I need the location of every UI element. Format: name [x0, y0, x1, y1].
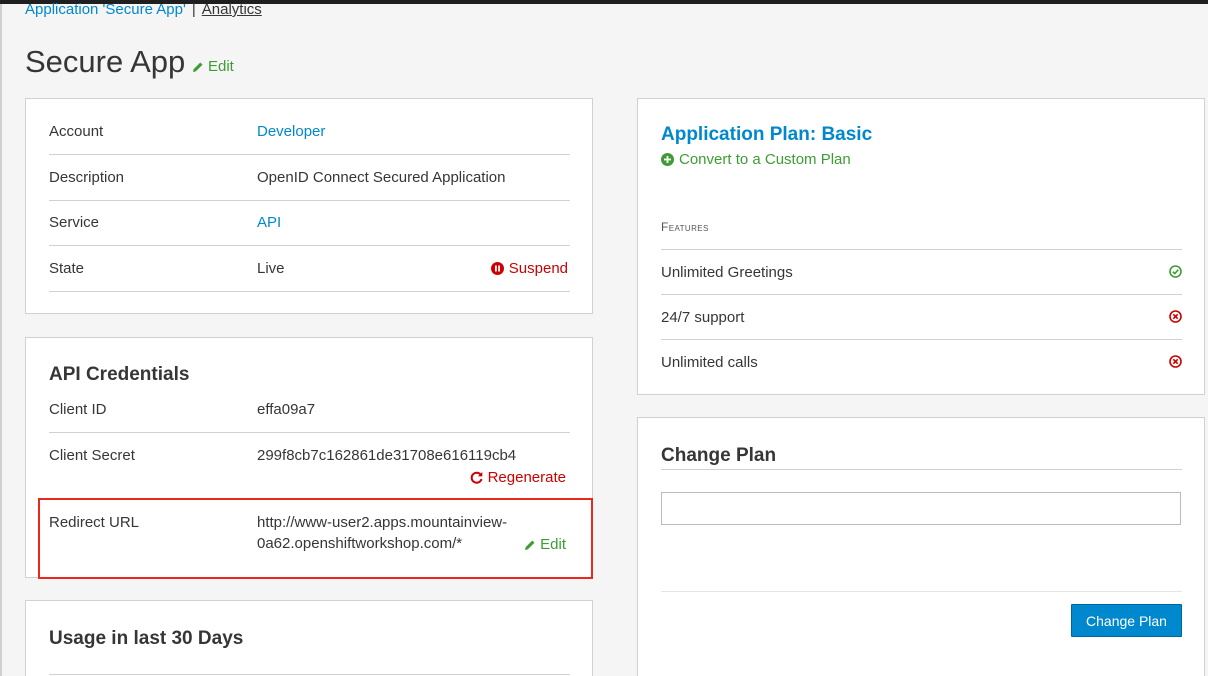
account-link[interactable]: Developer [257, 123, 325, 140]
credentials-heading: API Credentials [49, 364, 190, 385]
plus-circle-icon [661, 153, 674, 166]
pause-circle-icon [490, 262, 504, 275]
feature-name: 24/7 support [661, 309, 745, 326]
description-value: OpenID Connect Secured Application [257, 169, 506, 186]
feature-name: Unlimited calls [661, 354, 758, 371]
detail-row-service: Service API [49, 200, 570, 246]
edit-app-link[interactable]: Edit [192, 58, 234, 75]
feature-name: Unlimited Greetings [661, 264, 793, 281]
feature-row: Unlimited Greetings [661, 249, 1182, 295]
client-secret-row: Client Secret 299f8cb7c162861de31708e616… [49, 433, 570, 493]
check-circle-icon [1169, 265, 1182, 278]
breadcrumb-separator: | [191, 1, 196, 18]
regenerate-label: Regenerate [487, 469, 566, 486]
pencil-icon [193, 62, 203, 72]
detail-label: Account [49, 123, 104, 140]
usage-divider [49, 674, 570, 675]
breadcrumb-analytics-link[interactable]: Analytics [202, 1, 262, 18]
state-value: Live [257, 260, 285, 277]
left-border [0, 4, 2, 676]
plan-card: Application Plan: Basic Convert to a Cus… [637, 98, 1205, 395]
breadcrumb: Application 'Secure App' | Analytics [25, 0, 262, 20]
detail-label: State [49, 260, 85, 277]
change-plan-divider [661, 469, 1182, 470]
features-label: Features [661, 220, 709, 234]
detail-row-account: Account Developer [49, 109, 570, 155]
refresh-icon [470, 471, 483, 484]
client-id-row: Client ID effa09a7 [49, 387, 570, 433]
redirect-url-highlight-box [38, 498, 593, 579]
detail-label: Description [49, 169, 125, 186]
plan-select[interactable] [661, 492, 1181, 525]
regenerate-button[interactable]: Regenerate [470, 469, 566, 486]
feature-row: Unlimited calls [661, 339, 1182, 385]
edit-app-label: Edit [208, 58, 234, 75]
suspend-button[interactable]: Suspend [490, 260, 568, 277]
suspend-label: Suspend [508, 260, 568, 277]
service-link[interactable]: API [257, 214, 281, 231]
times-circle-icon [1169, 310, 1182, 323]
detail-label: Service [49, 214, 100, 231]
convert-label: Convert to a Custom Plan [679, 151, 851, 168]
times-circle-icon [1169, 355, 1182, 368]
client-secret-value: 299f8cb7c162861de31708e616119cb4 [257, 447, 517, 464]
page-title: Secure App [25, 44, 186, 79]
client-id-label: Client ID [49, 401, 107, 418]
client-secret-label: Client Secret [49, 447, 135, 464]
usage-card: Usage in last 30 Days [25, 600, 593, 676]
convert-custom-plan-link[interactable]: Convert to a Custom Plan [661, 151, 851, 168]
change-plan-heading: Change Plan [661, 445, 777, 466]
usage-heading: Usage in last 30 Days [49, 628, 244, 649]
client-id-value: effa09a7 [257, 401, 316, 418]
change-plan-card: Change Plan Change Plan [637, 417, 1205, 676]
feature-row: 24/7 support [661, 294, 1182, 340]
details-card: Account Developer Description OpenID Con… [25, 98, 593, 314]
detail-row-description: Description OpenID Connect Secured Appli… [49, 155, 570, 201]
detail-row-state: State Live Suspend [49, 246, 570, 292]
change-plan-footer-divider [661, 591, 1182, 592]
change-plan-button[interactable]: Change Plan [1071, 604, 1182, 637]
breadcrumb-application-link[interactable]: Application 'Secure App' [25, 1, 186, 18]
plan-title[interactable]: Application Plan: Basic [661, 124, 872, 146]
